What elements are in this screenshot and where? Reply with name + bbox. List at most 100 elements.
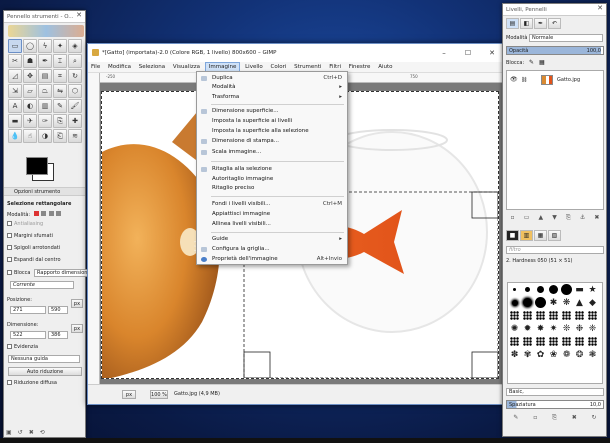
brush-item[interactable]: ▲ xyxy=(573,296,586,309)
close-button[interactable]: ✕ xyxy=(481,44,503,62)
size-height-input[interactable]: 386 xyxy=(48,331,68,339)
menu-file[interactable]: File xyxy=(88,62,103,73)
brush-item[interactable] xyxy=(547,309,560,322)
brush-item[interactable]: ❂ xyxy=(573,348,586,361)
brush-item[interactable]: ✽ xyxy=(508,348,521,361)
refresh-brush-icon[interactable]: ↻ xyxy=(592,414,597,424)
close-icon[interactable]: ✕ xyxy=(597,4,603,12)
menu-modifica[interactable]: Modifica xyxy=(105,62,134,73)
brush-item[interactable]: ❉ xyxy=(573,322,586,335)
brush-item[interactable] xyxy=(560,335,573,348)
brush-item[interactable] xyxy=(508,283,521,296)
flip-tool-icon[interactable]: ⇋ xyxy=(53,84,67,98)
menu-finestre[interactable]: Finestre xyxy=(346,62,374,73)
brush-item[interactable]: ❀ xyxy=(547,348,560,361)
unit-select[interactable]: px xyxy=(122,390,136,399)
menu-item-appiattisci[interactable]: Appiattisci immagine xyxy=(197,210,347,219)
brush-item[interactable] xyxy=(547,335,560,348)
feather-checkbox[interactable] xyxy=(7,233,12,238)
pencil-tool-icon[interactable]: ✎ xyxy=(53,99,67,113)
brush-item[interactable] xyxy=(586,335,599,348)
menu-item-autoritaglio[interactable]: Autoritaglio immagine xyxy=(197,175,347,184)
brush-item[interactable] xyxy=(534,335,547,348)
delete-layer-icon[interactable]: ✖ xyxy=(594,214,599,224)
menu-item-scala-immagine[interactable]: Scala immagine... xyxy=(197,148,347,157)
edit-brush-icon[interactable]: ✎ xyxy=(513,414,518,424)
brush-item[interactable]: ▬ xyxy=(573,283,586,296)
perspective-clone-tool-icon[interactable]: ⎗ xyxy=(53,129,67,143)
anchor-icon[interactable]: ⚓ xyxy=(580,214,585,224)
brush-item[interactable]: ✾ xyxy=(521,348,534,361)
delete-icon[interactable]: ✖ xyxy=(29,429,34,437)
save-icon[interactable]: ▣ xyxy=(6,429,12,437)
ink-tool-icon[interactable]: ✑ xyxy=(38,114,52,128)
brush-item[interactable]: ❈ xyxy=(586,322,599,335)
delete-brush-icon[interactable]: ✖ xyxy=(572,414,577,424)
brush-item[interactable] xyxy=(521,283,534,296)
fuzzy-select-tool-icon[interactable]: ✦ xyxy=(53,39,67,53)
layer-row[interactable]: 👁 ⛓ Gatto.jpg xyxy=(507,73,603,87)
brush-item[interactable]: ✷ xyxy=(547,322,560,335)
brush-item[interactable]: ★ xyxy=(586,283,599,296)
brush-item[interactable] xyxy=(560,309,573,322)
maximize-button[interactable]: ☐ xyxy=(457,44,479,62)
brush-item[interactable]: ◆ xyxy=(586,296,599,309)
size-width-input[interactable]: 522 xyxy=(10,331,46,339)
position-x-input[interactable]: 271 xyxy=(10,306,46,314)
close-icon[interactable]: ✕ xyxy=(76,11,82,19)
menu-item-ritaglio-preciso[interactable]: Ritaglio preciso xyxy=(197,184,347,193)
ellipse-select-tool-icon[interactable]: ◯ xyxy=(23,39,37,53)
brushes-tab-icon[interactable]: ▥ xyxy=(520,230,533,241)
foreground-select-tool-icon[interactable]: ☗ xyxy=(23,54,37,68)
warp-tool-icon[interactable]: ≋ xyxy=(68,129,82,143)
menu-item-dimensione-stampa[interactable]: Dimensione di stampa... xyxy=(197,137,347,146)
menu-item-fondi-livelli[interactable]: Fondi i livelli visibili... Ctrl+M xyxy=(197,200,347,209)
brush-item[interactable] xyxy=(521,296,534,309)
undo-tab-icon[interactable]: ↶ xyxy=(548,18,561,29)
new-brush-icon[interactable]: ▫ xyxy=(533,414,537,424)
menu-item-superficie-livelli[interactable]: Imposta la superficie ai livelli xyxy=(197,117,347,126)
fixed-value-input[interactable]: Corrente xyxy=(10,281,74,289)
channels-tab-icon[interactable]: ◧ xyxy=(520,18,533,29)
brush-item[interactable] xyxy=(534,309,547,322)
brush-item[interactable] xyxy=(534,283,547,296)
lower-layer-icon[interactable]: ▼ xyxy=(552,214,557,224)
expand-center-checkbox[interactable] xyxy=(7,257,12,262)
menu-item-trasforma[interactable]: Trasforma ▸ xyxy=(197,93,347,102)
highlight-checkbox[interactable] xyxy=(7,344,12,349)
shear-tool-icon[interactable]: ▱ xyxy=(23,84,37,98)
blend-tool-icon[interactable]: ▥ xyxy=(38,99,52,113)
scale-tool-icon[interactable]: ⇲ xyxy=(8,84,22,98)
brush-item[interactable] xyxy=(508,296,521,309)
lock-alpha-icon[interactable]: ▦ xyxy=(539,59,545,66)
duplicate-brush-icon[interactable]: ⎘ xyxy=(552,414,557,424)
reset-icon[interactable]: ⟲ xyxy=(40,429,45,437)
raise-layer-icon[interactable]: ▲ xyxy=(539,214,544,224)
menu-item-proprieta[interactable]: Proprietà dell'immagine Alt+Invio xyxy=(197,255,347,264)
guides-select[interactable]: Nessuna guida xyxy=(8,355,80,363)
tool-options-tab[interactable]: Opzioni strumento xyxy=(4,187,85,196)
gradients-tab-icon[interactable]: ▧ xyxy=(548,230,561,241)
cage-tool-icon[interactable]: ⬡ xyxy=(68,84,82,98)
smudge-tool-icon[interactable]: ☝ xyxy=(23,129,37,143)
paths-tool-icon[interactable]: ✒ xyxy=(38,54,52,68)
menu-item-modalita[interactable]: Modalità ▸ xyxy=(197,83,347,92)
paths-tab-icon[interactable]: ✒ xyxy=(534,18,547,29)
new-group-icon[interactable]: ▭ xyxy=(524,214,530,224)
menu-seleziona[interactable]: Seleziona xyxy=(136,62,168,73)
brush-item[interactable]: ✸ xyxy=(534,322,547,335)
chain-icon[interactable]: ⛓ xyxy=(521,77,527,83)
size-unit-select[interactable]: px xyxy=(71,324,83,333)
restore-icon[interactable]: ↺ xyxy=(18,429,23,437)
brush-item[interactable] xyxy=(586,309,599,322)
text-tool-icon[interactable]: A xyxy=(8,99,22,113)
vertical-ruler[interactable] xyxy=(88,73,100,384)
bucket-fill-tool-icon[interactable]: ◐ xyxy=(23,99,37,113)
layer-mode-select[interactable]: Normale xyxy=(529,34,603,42)
menu-item-superficie-selezione[interactable]: Imposta la superficie alla selezione xyxy=(197,127,347,136)
duplicate-layer-icon[interactable]: ⎘ xyxy=(566,214,571,224)
mode-replace-icon[interactable] xyxy=(33,211,39,216)
menu-aiuto[interactable]: Aiuto xyxy=(375,62,395,73)
paintbrush-tool-icon[interactable]: 🖌 xyxy=(68,99,82,113)
brush-item[interactable] xyxy=(547,283,560,296)
